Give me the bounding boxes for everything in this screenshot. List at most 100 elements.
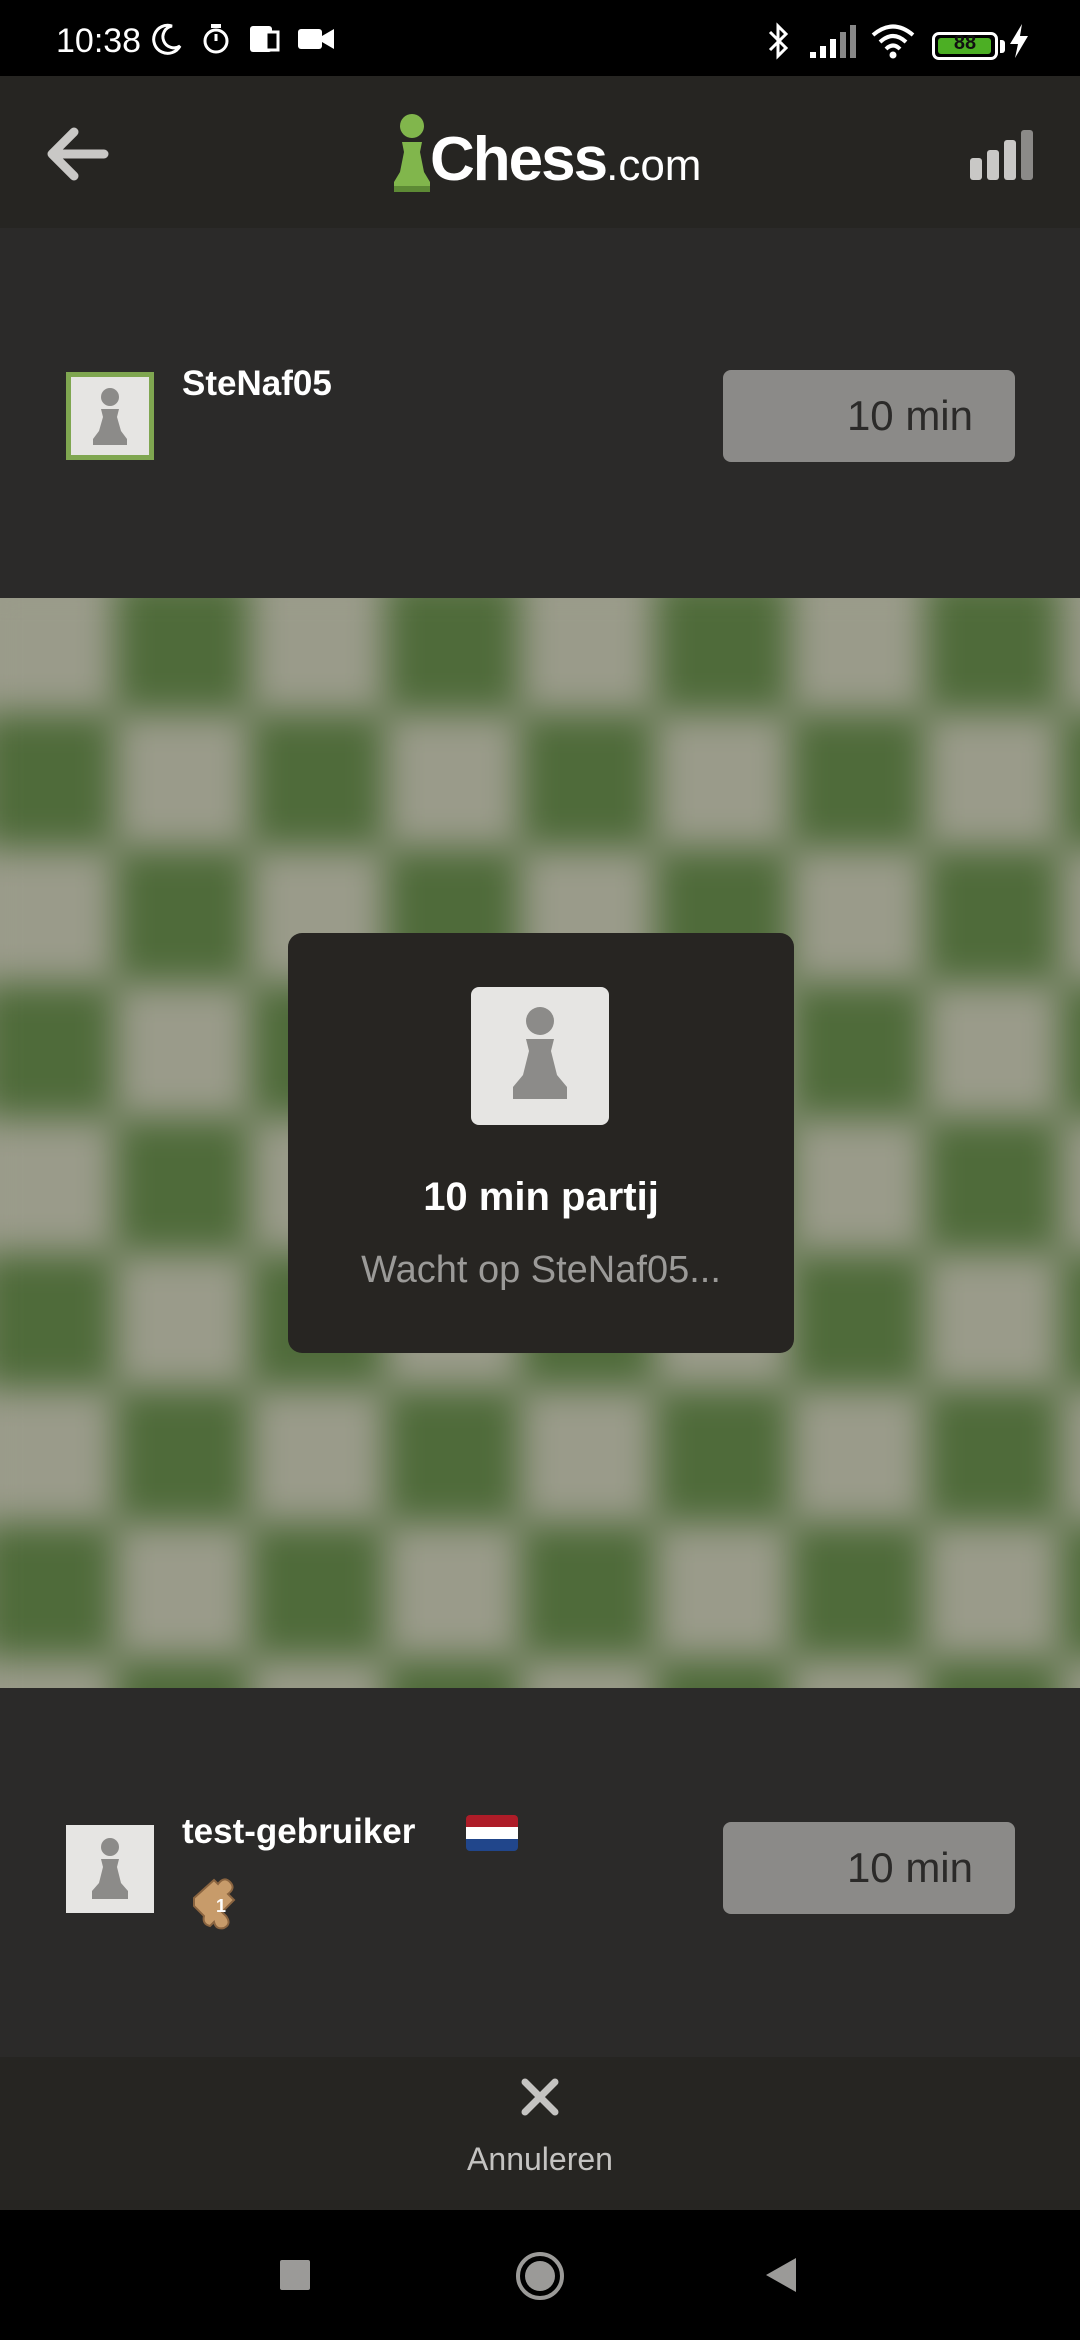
badge-value: 1: [216, 1896, 226, 1916]
moon-icon: [152, 23, 182, 55]
pawn-icon: [513, 1007, 567, 1099]
board-square[interactable]: [1060, 1658, 1080, 1688]
board-square[interactable]: [385, 1658, 520, 1688]
back-arrow-icon[interactable]: [44, 120, 112, 188]
status-time: 10:38: [56, 22, 142, 60]
pawn-logo-icon: [394, 114, 430, 192]
screen-icon: [250, 26, 280, 52]
board-square[interactable]: [0, 1388, 115, 1523]
board-square[interactable]: [520, 1523, 655, 1658]
board-square[interactable]: [250, 598, 385, 713]
player-panel: test-gebruiker 10 min: [0, 1688, 1080, 2057]
cancel-label: Annuleren: [467, 2141, 613, 2177]
chess-com-logo: Chess.com: [390, 106, 710, 202]
system-nav-bar: [0, 2210, 1080, 2340]
board-square[interactable]: [0, 598, 115, 713]
opponent-username[interactable]: SteNaf05: [182, 364, 332, 404]
board-square[interactable]: [1060, 1118, 1080, 1253]
bluetooth-icon: [768, 22, 789, 60]
board-square[interactable]: [1060, 983, 1080, 1118]
board-square[interactable]: [925, 1658, 1060, 1688]
board-square[interactable]: [925, 1118, 1060, 1253]
board-square[interactable]: [925, 598, 1060, 713]
board-square[interactable]: [925, 1523, 1060, 1658]
board-square[interactable]: [925, 848, 1060, 983]
opponent-panel: SteNaf05 10 min: [0, 228, 1080, 598]
recents-icon[interactable]: [278, 2258, 312, 2292]
board-square[interactable]: [925, 1253, 1060, 1388]
board-square[interactable]: [790, 598, 925, 713]
charging-icon: [1010, 24, 1028, 58]
board-square[interactable]: [250, 1388, 385, 1523]
opponent-avatar[interactable]: [66, 372, 154, 460]
board-square[interactable]: [1060, 1523, 1080, 1658]
pawn-avatar-icon: [93, 388, 127, 445]
board-square[interactable]: [520, 1388, 655, 1523]
board-square[interactable]: [115, 598, 250, 713]
board-square[interactable]: [790, 983, 925, 1118]
board-square[interactable]: [115, 848, 250, 983]
board-square[interactable]: [0, 1523, 115, 1658]
video-icon: [298, 29, 334, 49]
board-square[interactable]: [0, 1253, 115, 1388]
board-square[interactable]: [0, 983, 115, 1118]
board-square[interactable]: [385, 1388, 520, 1523]
board-square[interactable]: [385, 1523, 520, 1658]
board-square[interactable]: [790, 1118, 925, 1253]
action-bar: Annuleren: [0, 2057, 1080, 2210]
board-square[interactable]: [0, 1118, 115, 1253]
board-square[interactable]: [790, 1523, 925, 1658]
board-square[interactable]: [250, 1658, 385, 1688]
board-square[interactable]: [115, 713, 250, 848]
board-square[interactable]: [1060, 713, 1080, 848]
board-square[interactable]: [655, 1658, 790, 1688]
board-square[interactable]: [655, 1388, 790, 1523]
board-square[interactable]: [925, 713, 1060, 848]
board-square[interactable]: [655, 1523, 790, 1658]
board-square[interactable]: [0, 848, 115, 983]
board-square[interactable]: [115, 1253, 250, 1388]
board-square[interactable]: [925, 983, 1060, 1118]
board-square[interactable]: [1060, 848, 1080, 983]
player-username[interactable]: test-gebruiker: [182, 1812, 415, 1852]
board-square[interactable]: [790, 1253, 925, 1388]
board-square[interactable]: [115, 1523, 250, 1658]
board-square[interactable]: [655, 713, 790, 848]
battery-icon: 88: [932, 32, 998, 60]
board-square[interactable]: [790, 848, 925, 983]
signal-bars-icon[interactable]: [968, 128, 1038, 182]
netherlands-flag-icon: [466, 1815, 518, 1851]
board-square[interactable]: [115, 1118, 250, 1253]
stopwatch-icon: [203, 24, 229, 54]
board-square[interactable]: [115, 983, 250, 1118]
logo-wordmark: Chess.com: [430, 124, 701, 195]
board-square[interactable]: [1060, 598, 1080, 713]
battery-level: 88: [953, 32, 977, 54]
board-square[interactable]: [655, 598, 790, 713]
board-square[interactable]: [250, 713, 385, 848]
home-icon[interactable]: [514, 2250, 566, 2302]
board-square[interactable]: [1060, 1253, 1080, 1388]
board-square[interactable]: [520, 713, 655, 848]
board-square[interactable]: [790, 1388, 925, 1523]
player-clock: 10 min: [723, 1822, 1015, 1914]
cancel-button[interactable]: Annuleren: [440, 2077, 640, 2197]
board-square[interactable]: [790, 713, 925, 848]
board-square[interactable]: [115, 1388, 250, 1523]
board-square[interactable]: [1060, 1388, 1080, 1523]
wifi-icon: [871, 24, 915, 59]
board-square[interactable]: [385, 713, 520, 848]
board-square[interactable]: [250, 1523, 385, 1658]
board-square[interactable]: [0, 713, 115, 848]
board-square[interactable]: [520, 598, 655, 713]
app-header: Chess.com: [0, 76, 1080, 228]
board-square[interactable]: [925, 1388, 1060, 1523]
battery-tip: [1000, 40, 1005, 53]
board-square[interactable]: [790, 1658, 925, 1688]
board-square[interactable]: [0, 1658, 115, 1688]
player-avatar[interactable]: [66, 1825, 154, 1913]
board-square[interactable]: [520, 1658, 655, 1688]
board-square[interactable]: [115, 1658, 250, 1688]
back-nav-icon[interactable]: [764, 2256, 798, 2294]
board-square[interactable]: [385, 598, 520, 713]
